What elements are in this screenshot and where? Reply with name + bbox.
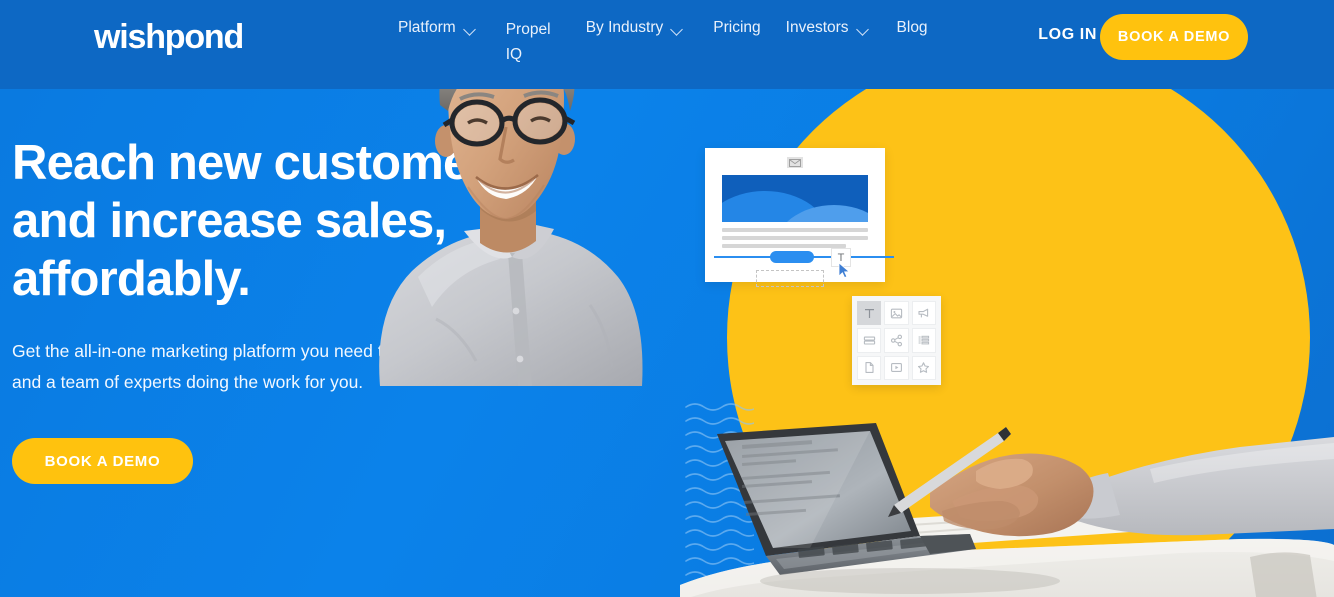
- nav-item-platform[interactable]: Platform: [398, 17, 476, 39]
- hero-title-line-3: affordably.: [12, 252, 251, 306]
- form-list-icon[interactable]: [911, 328, 936, 353]
- rows-icon[interactable]: [857, 328, 882, 353]
- image-icon[interactable]: [884, 301, 909, 326]
- book-a-demo-button-hero[interactable]: BOOK A DEMO: [12, 438, 193, 484]
- nav-item-investors[interactable]: Investors: [786, 17, 869, 39]
- nav-item-label: Investors: [785, 19, 849, 36]
- chevron-down-icon: [672, 24, 683, 35]
- wishpond-logo[interactable]: wishpond: [94, 17, 244, 57]
- chevron-down-icon: [465, 24, 476, 35]
- book-a-demo-button-header[interactable]: BOOK A DEMO: [1100, 14, 1248, 60]
- envelope-icon: [787, 157, 803, 168]
- nav-item-by-industry[interactable]: By Industry: [586, 17, 684, 39]
- nav-item-label: Blog: [896, 19, 928, 36]
- nav-item-label: Propel IQ: [505, 21, 551, 63]
- mockup-text-line: [722, 228, 868, 232]
- mouse-cursor-icon: [838, 262, 851, 279]
- chevron-down-icon: [858, 24, 869, 35]
- widget-palette: [852, 296, 941, 385]
- login-link[interactable]: LOG IN: [1038, 26, 1097, 44]
- mockup-text-line: [722, 244, 846, 248]
- hero-section: Reach new customers and increase sales, …: [0, 89, 1334, 597]
- star-icon[interactable]: [911, 355, 936, 380]
- nav-item-label: Platform: [398, 19, 456, 36]
- file-icon[interactable]: [857, 355, 882, 380]
- megaphone-icon[interactable]: [911, 301, 936, 326]
- nav-item-propel-iq[interactable]: Propel IQ: [506, 17, 558, 67]
- text-icon[interactable]: [857, 301, 882, 326]
- landing-page: wishpond Platform Propel IQ By Industry …: [0, 0, 1334, 597]
- site-header: wishpond Platform Propel IQ By Industry …: [0, 0, 1334, 89]
- mockup-drop-zone[interactable]: [756, 270, 824, 287]
- man-portrait: [379, 89, 643, 386]
- email-builder-mockup: T: [705, 148, 894, 287]
- mockup-text-line: [722, 236, 868, 240]
- nav-item-label: Pricing: [713, 19, 761, 36]
- nav-item-label: By Industry: [585, 19, 664, 36]
- mockup-slider-handle[interactable]: [770, 251, 814, 263]
- video-icon[interactable]: [884, 355, 909, 380]
- share-icon[interactable]: [884, 328, 909, 353]
- main-navigation: Platform Propel IQ By Industry Pricing I…: [398, 17, 968, 67]
- nav-item-pricing[interactable]: Pricing: [713, 17, 760, 39]
- mockup-hero-banner: [722, 175, 868, 222]
- desk-laptop-photo: [680, 423, 1334, 597]
- nav-item-blog[interactable]: Blog: [897, 17, 928, 39]
